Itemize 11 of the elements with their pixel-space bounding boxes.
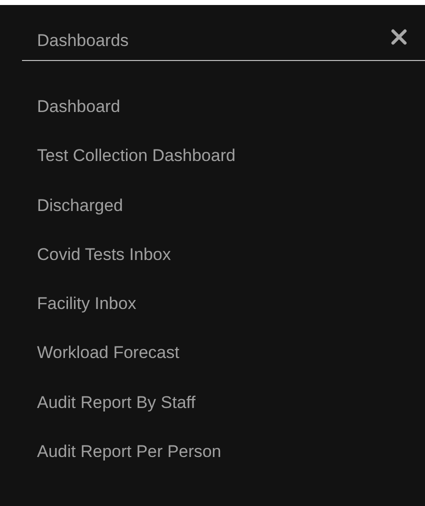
close-icon (391, 29, 407, 45)
close-button[interactable] (389, 27, 409, 47)
menu-item[interactable]: Facility Inbox (37, 294, 425, 344)
menu-item[interactable]: Dashboard (37, 97, 425, 146)
menu-item[interactable]: Covid Tests Inbox (37, 244, 425, 294)
menu-item[interactable]: Audit Report Per Person (37, 442, 425, 492)
menu-item[interactable]: Audit Report By Staff (37, 392, 425, 442)
menu-item[interactable]: Test Collection Dashboard (37, 146, 425, 196)
menu-item[interactable]: Workload Forecast (37, 343, 425, 393)
menu-title: Dashboards (37, 31, 129, 51)
menu-item[interactable]: Discharged (37, 196, 425, 245)
